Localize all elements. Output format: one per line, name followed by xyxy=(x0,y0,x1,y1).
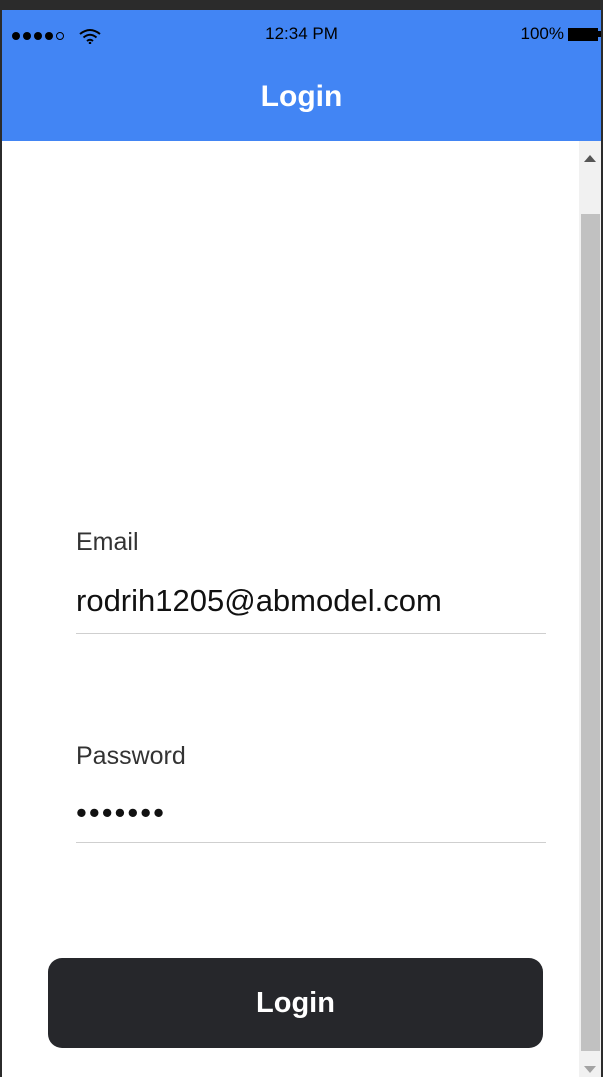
password-input[interactable]: ••••••• xyxy=(76,797,546,828)
status-bar: 12:34 PM 100% xyxy=(2,10,601,58)
email-label: Email xyxy=(76,528,139,556)
app-header: 12:34 PM 100% Login xyxy=(2,10,601,141)
battery-indicator: 100% xyxy=(521,24,601,44)
password-underline xyxy=(76,842,546,843)
password-field[interactable]: Password ••••••• xyxy=(76,742,546,843)
vertical-scrollbar[interactable] xyxy=(579,141,601,1077)
email-input[interactable]: rodrih1205@abmodel.com xyxy=(76,583,546,619)
scroll-thumb[interactable] xyxy=(581,214,600,1051)
battery-percentage: 100% xyxy=(520,24,564,43)
password-label: Password xyxy=(76,742,186,770)
login-form: Email rodrih1205@abmodel.com Password ••… xyxy=(2,141,572,1077)
page-title: Login xyxy=(260,80,343,113)
scroll-up-arrow-icon[interactable] xyxy=(584,155,596,162)
phone-frame: 12:34 PM 100% Login Email rodrih1205@abm… xyxy=(0,0,603,1077)
email-underline xyxy=(76,633,546,634)
scroll-down-arrow-icon[interactable] xyxy=(584,1066,596,1073)
login-button[interactable]: Login xyxy=(48,958,543,1048)
battery-icon xyxy=(568,27,598,41)
battery-tip xyxy=(598,31,601,37)
email-field[interactable]: Email rodrih1205@abmodel.com xyxy=(76,528,546,634)
status-time: 12:34 PM xyxy=(265,24,338,43)
